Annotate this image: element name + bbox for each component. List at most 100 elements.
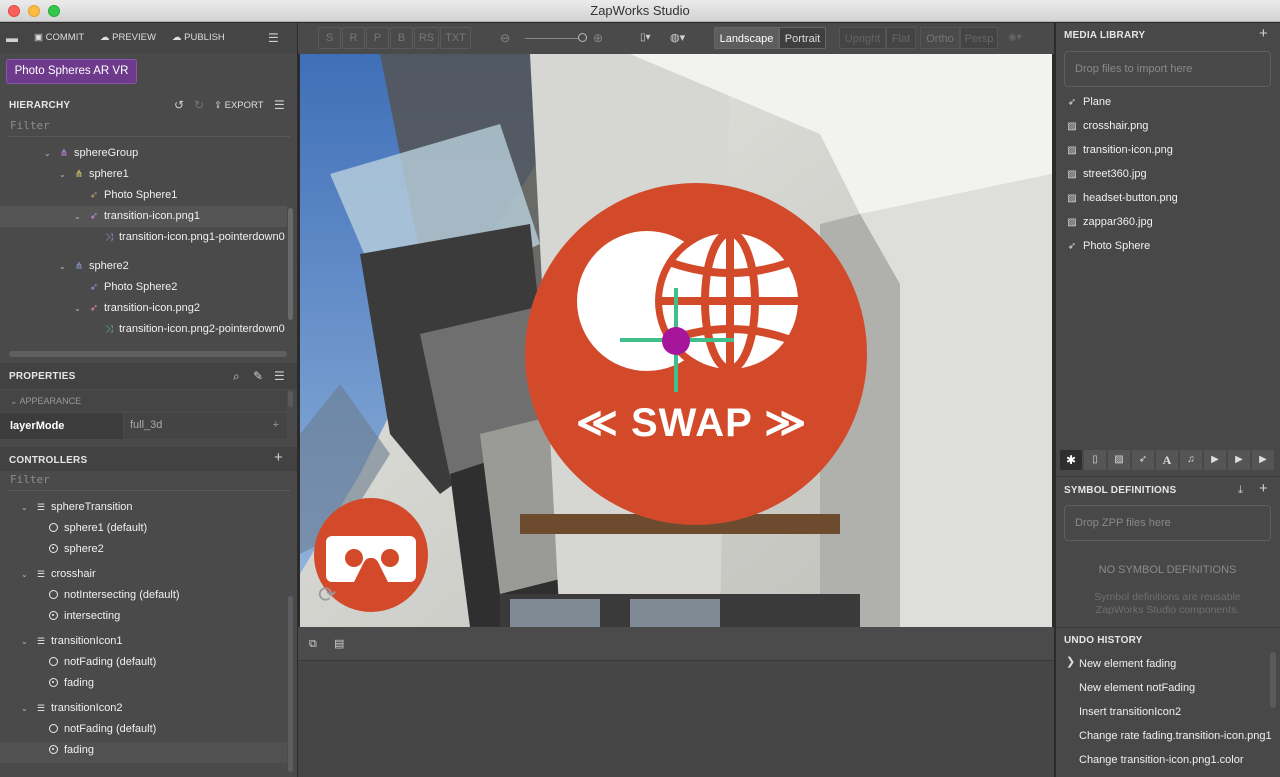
hierarchy-filter-input[interactable]: Filter [10, 119, 50, 132]
all-assets-icon[interactable]: ✱ [1060, 450, 1082, 470]
zoom-out-icon[interactable]: ⊖ [500, 30, 510, 46]
download-icon[interactable]: ⤓ [1238, 482, 1243, 498]
media-item[interactable]: ▨ crosshair.png [1066, 116, 1148, 136]
controller-state[interactable]: fading [49, 740, 94, 761]
controller-state[interactable]: sphere1 (default) [49, 518, 147, 539]
appearance-section[interactable]: ⌄ APPEARANCE [0, 391, 287, 411]
properties-scrollbar[interactable] [288, 391, 293, 407]
viewport-canvas[interactable]: ≪ SWAP ≫ ⟳ [300, 54, 1052, 627]
add-media-icon[interactable]: + [1259, 26, 1268, 42]
controllers-filter-input[interactable]: Filter [10, 473, 50, 486]
search-icon[interactable]: ⌕ [233, 368, 240, 384]
chevron-down-icon[interactable]: ⌄ [21, 698, 28, 719]
toggle-s-button[interactable]: S [318, 27, 341, 49]
add-symbol-icon[interactable]: + [1259, 481, 1268, 497]
paste-icon[interactable]: ▤ [334, 636, 344, 652]
pencil-icon[interactable]: ✎ [253, 368, 263, 384]
hierarchy-item[interactable]: ➶ transition-icon.png2 [87, 298, 200, 319]
zoom-slider[interactable] [525, 38, 583, 39]
file-icon[interactable]: ▯ [1084, 450, 1106, 470]
copy-icon[interactable]: ⧉ [309, 636, 317, 652]
hierarchy-menu-icon[interactable]: ☰ [274, 97, 285, 113]
video-alt-icon[interactable]: ▶ [1228, 450, 1250, 470]
publish-button[interactable]: ☁ PUBLISH [172, 32, 225, 43]
radio-icon[interactable] [49, 657, 58, 666]
undo-scrollbar[interactable] [1270, 652, 1276, 708]
undo-history-item[interactable]: New element notFading [1079, 678, 1195, 698]
media-item[interactable]: ▨ headset-button.png [1066, 188, 1178, 208]
radio-icon[interactable] [49, 724, 58, 733]
audio-icon[interactable]: ♫ [1180, 450, 1202, 470]
media-item[interactable]: ➶ Plane [1066, 92, 1111, 112]
controller-group[interactable]: ☰ transitionIcon2 [34, 698, 123, 719]
properties-menu-icon[interactable]: ☰ [274, 368, 285, 384]
controllers-scrollbar[interactable] [288, 596, 293, 772]
controller-group[interactable]: ☰ transitionIcon1 [34, 631, 123, 652]
chevron-down-icon[interactable]: ⌄ [59, 164, 66, 185]
add-controller-icon[interactable]: + [274, 450, 283, 466]
zoom-in-icon[interactable]: ⊕ [593, 30, 603, 46]
undo-icon[interactable]: ↺ [174, 97, 184, 113]
menu-icon[interactable]: ☰ [268, 30, 279, 46]
chevron-down-icon[interactable]: ⌄ [74, 206, 81, 227]
hierarchy-item[interactable]: ➶ Photo Sphere2 [87, 277, 178, 298]
hierarchy-item[interactable]: ⋔ sphere1 [72, 164, 129, 185]
zoom-slider-handle[interactable] [578, 33, 587, 42]
refresh-icon[interactable]: ⟳ [318, 582, 336, 608]
controller-state[interactable]: fading [49, 673, 94, 694]
hierarchy-item[interactable]: ⤨ transition-icon.png2-pointerdown0 [102, 319, 285, 340]
minimize-window-button[interactable] [28, 5, 40, 17]
hierarchy-hscrollbar[interactable] [9, 351, 287, 357]
toggle-rs-button[interactable]: RS [414, 27, 439, 49]
hierarchy-item[interactable]: ⋔ sphere2 [72, 256, 129, 277]
video-icon[interactable]: ▶ [1204, 450, 1226, 470]
upright-button[interactable]: Upright [839, 27, 886, 49]
globe-icon[interactable]: ◍▾ [670, 30, 685, 46]
plus-icon[interactable]: + [273, 413, 279, 437]
toggle-r-button[interactable]: R [342, 27, 365, 49]
font-icon[interactable]: A [1156, 450, 1178, 470]
undo-history-item[interactable]: New element fading [1079, 654, 1176, 674]
hierarchy-item[interactable]: ➶ Photo Sphere1 [87, 185, 178, 206]
media-item[interactable]: ▨ transition-icon.png [1066, 140, 1173, 160]
chevron-down-icon[interactable]: ⌄ [21, 564, 28, 585]
persp-button[interactable]: Persp [960, 27, 998, 49]
controller-state[interactable]: notFading (default) [49, 652, 156, 673]
hierarchy-item[interactable]: ➶ transition-icon.png1 [87, 206, 200, 227]
media-drop-zone[interactable]: Drop files to import here [1064, 51, 1271, 87]
folder-icon[interactable]: ▬ [6, 30, 18, 46]
chevron-down-icon[interactable]: ⌄ [21, 631, 28, 652]
radio-icon[interactable] [49, 523, 58, 532]
radio-icon[interactable] [49, 590, 58, 599]
landscape-button[interactable]: Landscape [714, 27, 779, 49]
undo-history-item[interactable]: Change transition-icon.png1.color [1079, 750, 1244, 770]
media-icon[interactable]: ▶ [1252, 450, 1274, 470]
media-item[interactable]: ▨ zappar360.jpg [1066, 212, 1152, 232]
media-item[interactable]: ▨ street360.jpg [1066, 164, 1146, 184]
image-icon[interactable]: ▨ [1108, 450, 1130, 470]
radio-selected-icon[interactable] [49, 611, 58, 620]
radio-selected-icon[interactable] [49, 678, 58, 687]
swap-transition-icon[interactable] [522, 183, 870, 526]
ortho-button[interactable]: Ortho [920, 27, 960, 49]
project-name-button[interactable]: Photo Spheres AR VR [6, 59, 137, 84]
controller-group[interactable]: ☰ crosshair [34, 564, 96, 585]
controller-group[interactable]: ☰ sphereTransition [34, 497, 133, 518]
chevron-down-icon[interactable]: ⌄ [44, 143, 51, 164]
toggle-b-button[interactable]: B [390, 27, 413, 49]
preview-button[interactable]: ☁ PREVIEW [100, 32, 156, 43]
controller-state[interactable]: notIntersecting (default) [49, 585, 180, 606]
hierarchy-item[interactable]: ⋔ sphereGroup [57, 143, 138, 164]
controller-state[interactable]: sphere2 [49, 539, 104, 560]
redo-icon[interactable]: ↻ [194, 97, 204, 113]
radio-selected-icon[interactable] [49, 544, 58, 553]
portrait-button[interactable]: Portrait [779, 27, 826, 49]
layermode-property-value[interactable]: full_3d + [124, 413, 287, 439]
undo-history-item[interactable]: Change rate fading.transition-icon.png1 [1079, 726, 1272, 746]
close-window-button[interactable] [8, 5, 20, 17]
chevron-down-icon[interactable]: ⌄ [59, 256, 66, 277]
undo-history-item[interactable]: Insert transitionIcon2 [1079, 702, 1181, 722]
eye-icon[interactable]: ◉▾ [1008, 30, 1022, 46]
commit-button[interactable]: ▣ COMMIT [34, 32, 84, 43]
symbol-drop-zone[interactable]: Drop ZPP files here [1064, 505, 1271, 541]
